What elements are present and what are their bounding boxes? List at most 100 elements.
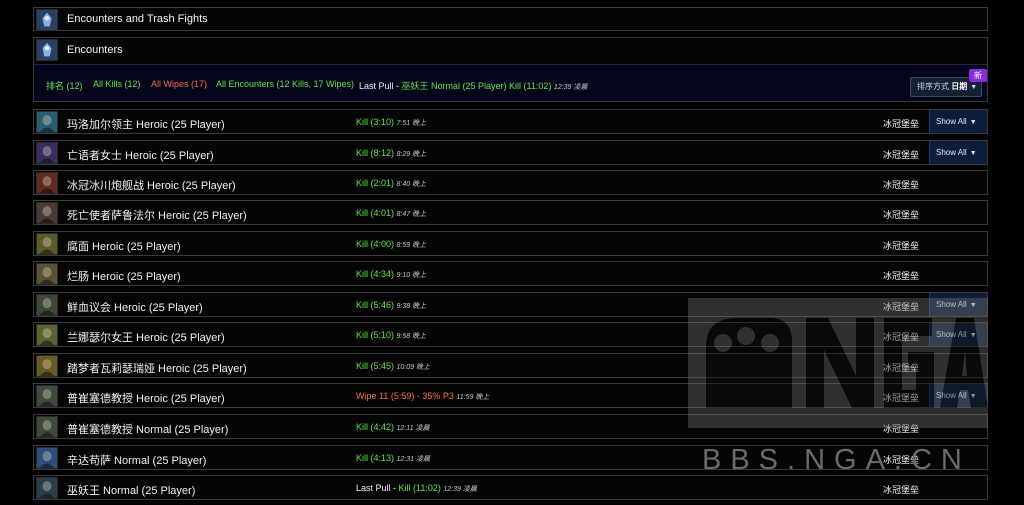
filter-last-pull[interactable]: Last Pull - 巫妖王 Normal (25 Player) Kill … xyxy=(359,79,587,92)
result-time: 12:39 凌晨 xyxy=(443,486,477,493)
boss-portrait-icon xyxy=(36,142,58,164)
result-text: Kill (11:02) xyxy=(398,483,441,493)
encounter-name[interactable]: 玛洛加尔领主 Heroic (25 Player) xyxy=(67,116,225,132)
encounter-result[interactable]: Kill (8:12) 8:29 晚上 xyxy=(356,148,426,159)
show-all-button[interactable]: Show All ▼ xyxy=(929,293,987,316)
filter-all-encounters-link[interactable]: All Encounters (12 Kills, 17 Wipes) xyxy=(216,79,354,89)
section-encounters-trash[interactable]: Encounters and Trash Fights xyxy=(33,7,988,31)
encounter-result[interactable]: Kill (5:45) 10:09 晚上 xyxy=(356,361,430,372)
encounter-name[interactable]: 普崔塞德教授 Normal (25 Player) xyxy=(67,421,228,437)
show-all-button[interactable]: Show All ▼ xyxy=(929,141,987,164)
encounter-row[interactable]: 死亡使者萨鲁法尔 Heroic (25 Player) Kill (4:01) 8… xyxy=(33,200,988,225)
last-pull-time: 12:39 凌晨 xyxy=(553,84,588,91)
last-pull-value: 巫妖王 Normal (25 Player) Kill (11:02) xyxy=(401,81,552,91)
zone-name: 冰冠堡垒 xyxy=(883,363,920,373)
encounter-name[interactable]: 烂肠 Heroic (25 Player) xyxy=(67,268,181,284)
result-time: 12:11 凌晨 xyxy=(396,425,430,432)
boss-portrait-icon xyxy=(36,324,58,346)
encounter-result[interactable]: Kill (3:10) 7:51 晚上 xyxy=(356,117,426,128)
zone-name: 冰冠堡垒 xyxy=(883,455,920,465)
encounter-row[interactable]: 巫妖王 Normal (25 Player) Last Pull - Kill (… xyxy=(33,475,988,500)
result-time: 8:29 晚上 xyxy=(396,151,427,158)
show-all-label: Show All xyxy=(936,117,967,126)
result-text: Kill (4:01) xyxy=(356,208,395,218)
encounter-result[interactable]: Kill (4:42) 12:11 凌晨 xyxy=(356,422,429,433)
show-all-button[interactable]: Show All ▼ xyxy=(929,384,987,407)
encounter-row[interactable]: 辛达苟萨 Normal (25 Player) Kill (4:13) 12:31… xyxy=(33,445,988,470)
boss-portrait-icon xyxy=(36,263,58,285)
encounter-row[interactable]: 鲜血议会 Heroic (25 Player) Kill (5:46) 9:38 … xyxy=(33,292,988,317)
encounter-category-icon xyxy=(36,9,58,31)
zone-name: 冰冠堡垒 xyxy=(883,332,920,342)
encounter-row[interactable]: 腐面 Heroic (25 Player) Kill (4:00) 8:59 晚上… xyxy=(33,231,988,256)
zone-name: 冰冠堡垒 xyxy=(883,485,920,495)
chevron-down-icon: ▼ xyxy=(969,332,977,339)
encounter-name[interactable]: 巫妖王 Normal (25 Player) xyxy=(67,482,195,498)
zone-name: 冰冠堡垒 xyxy=(883,119,920,129)
boss-portrait-icon xyxy=(36,172,58,194)
encounter-row[interactable]: 普崔塞德教授 Heroic (25 Player) Wipe 11 (5:59) … xyxy=(33,383,988,408)
encounter-row[interactable]: 兰娜瑟尔女王 Heroic (25 Player) Kill (5:10) 9:5… xyxy=(33,322,988,347)
last-pull-label: Last Pull - xyxy=(356,483,399,493)
boss-portrait-icon xyxy=(36,111,58,133)
encounter-result[interactable]: Kill (4:34) 9:10 晚上 xyxy=(356,269,426,280)
encounter-result[interactable]: Last Pull - Kill (11:02) 12:39 凌晨 xyxy=(356,483,477,494)
result-text: Kill (8:12) xyxy=(356,148,395,158)
encounter-name[interactable]: 亡语者女士 Heroic (25 Player) xyxy=(67,147,214,163)
encounter-result[interactable]: Kill (5:10) 9:58 晚上 xyxy=(356,330,426,341)
encounter-name[interactable]: 踏梦者瓦莉瑟瑞娅 Heroic (25 Player) xyxy=(67,360,247,376)
section-title[interactable]: Encounters xyxy=(67,44,123,56)
show-all-label: Show All xyxy=(936,148,967,157)
chevron-down-icon: ▼ xyxy=(969,302,977,309)
encounter-name[interactable]: 辛达苟萨 Normal (25 Player) xyxy=(67,452,206,468)
encounter-result[interactable]: Kill (4:01) 8:47 晚上 xyxy=(356,208,426,219)
encounter-name[interactable]: 死亡使者萨鲁法尔 Heroic (25 Player) xyxy=(67,207,247,223)
encounter-name[interactable]: 兰娜瑟尔女王 Heroic (25 Player) xyxy=(67,329,225,345)
encounter-name[interactable]: 鲜血议会 Heroic (25 Player) xyxy=(67,299,203,315)
encounter-row[interactable]: 普崔塞德教授 Normal (25 Player) Kill (4:42) 12:… xyxy=(33,414,988,439)
encounter-result[interactable]: Kill (2:01) 8:40 晚上 xyxy=(356,178,426,189)
encounter-row[interactable]: 踏梦者瓦莉瑟瑞娅 Heroic (25 Player) Kill (5:45) 1… xyxy=(33,353,988,378)
encounter-row[interactable]: 玛洛加尔领主 Heroic (25 Player) Kill (3:10) 7:5… xyxy=(33,109,988,134)
zone-name: 冰冠堡垒 xyxy=(883,424,920,434)
show-all-button[interactable]: Show All ▼ xyxy=(929,323,987,346)
encounter-result[interactable]: Kill (4:00) 8:59 晚上 xyxy=(356,239,426,250)
encounter-row[interactable]: 亡语者女士 Heroic (25 Player) Kill (8:12) 8:29… xyxy=(33,140,988,165)
result-text: Kill (5:46) xyxy=(356,300,395,310)
chevron-down-icon: ▼ xyxy=(969,119,977,126)
filter-rank-link[interactable]: 排名 (12) xyxy=(46,79,83,92)
result-time: 8:59 晚上 xyxy=(396,242,427,249)
zone-name: 冰冠堡垒 xyxy=(883,302,920,312)
result-time: 8:40 晚上 xyxy=(396,181,427,188)
encounter-row[interactable]: 冰冠冰川炮舰战 Heroic (25 Player) Kill (2:01) 8:… xyxy=(33,170,988,195)
encounter-name[interactable]: 普崔塞德教授 Heroic (25 Player) xyxy=(67,390,225,406)
result-time: 9:58 晚上 xyxy=(396,333,427,340)
encounter-result[interactable]: Wipe 11 (5:59) - 35% P3 11:59 晚上 xyxy=(356,391,489,402)
section-title: Encounters and Trash Fights xyxy=(67,13,208,25)
result-text: Kill (4:13) xyxy=(356,453,395,463)
sort-label: 排序方式 xyxy=(917,82,949,91)
chevron-down-icon: ▼ xyxy=(969,393,977,400)
result-text: Kill (4:00) xyxy=(356,239,395,249)
boss-portrait-icon xyxy=(36,447,58,469)
chevron-down-icon: ▼ xyxy=(969,150,977,157)
boss-portrait-icon xyxy=(36,477,58,499)
result-text: Wipe 11 (5:59) - 35% P3 xyxy=(356,391,454,401)
encounter-row[interactable]: 烂肠 Heroic (25 Player) Kill (4:34) 9:10 晚上… xyxy=(33,261,988,286)
encounter-name[interactable]: 冰冠冰川炮舰战 Heroic (25 Player) xyxy=(67,177,236,193)
last-pull-label: Last Pull - xyxy=(359,81,402,91)
show-all-label: Show All xyxy=(936,391,967,400)
zone-name: 冰冠堡垒 xyxy=(883,150,920,160)
result-text: Kill (5:10) xyxy=(356,330,395,340)
boss-portrait-icon xyxy=(36,202,58,224)
filter-all-wipes-link[interactable]: All Wipes (17) xyxy=(151,79,207,89)
encounter-result[interactable]: Kill (5:46) 9:38 晚上 xyxy=(356,300,426,311)
result-time: 10:09 晚上 xyxy=(396,364,430,371)
show-all-button[interactable]: Show All ▼ xyxy=(929,110,987,133)
encounter-name[interactable]: 腐面 Heroic (25 Player) xyxy=(67,238,181,254)
show-all-label: Show All xyxy=(936,330,967,339)
filter-all-kills-link[interactable]: All Kills (12) xyxy=(93,79,141,89)
encounter-result[interactable]: Kill (4:13) 12:31 凌晨 xyxy=(356,453,430,464)
new-badge: 新 xyxy=(969,69,987,82)
result-text: Kill (5:45) xyxy=(356,361,395,371)
